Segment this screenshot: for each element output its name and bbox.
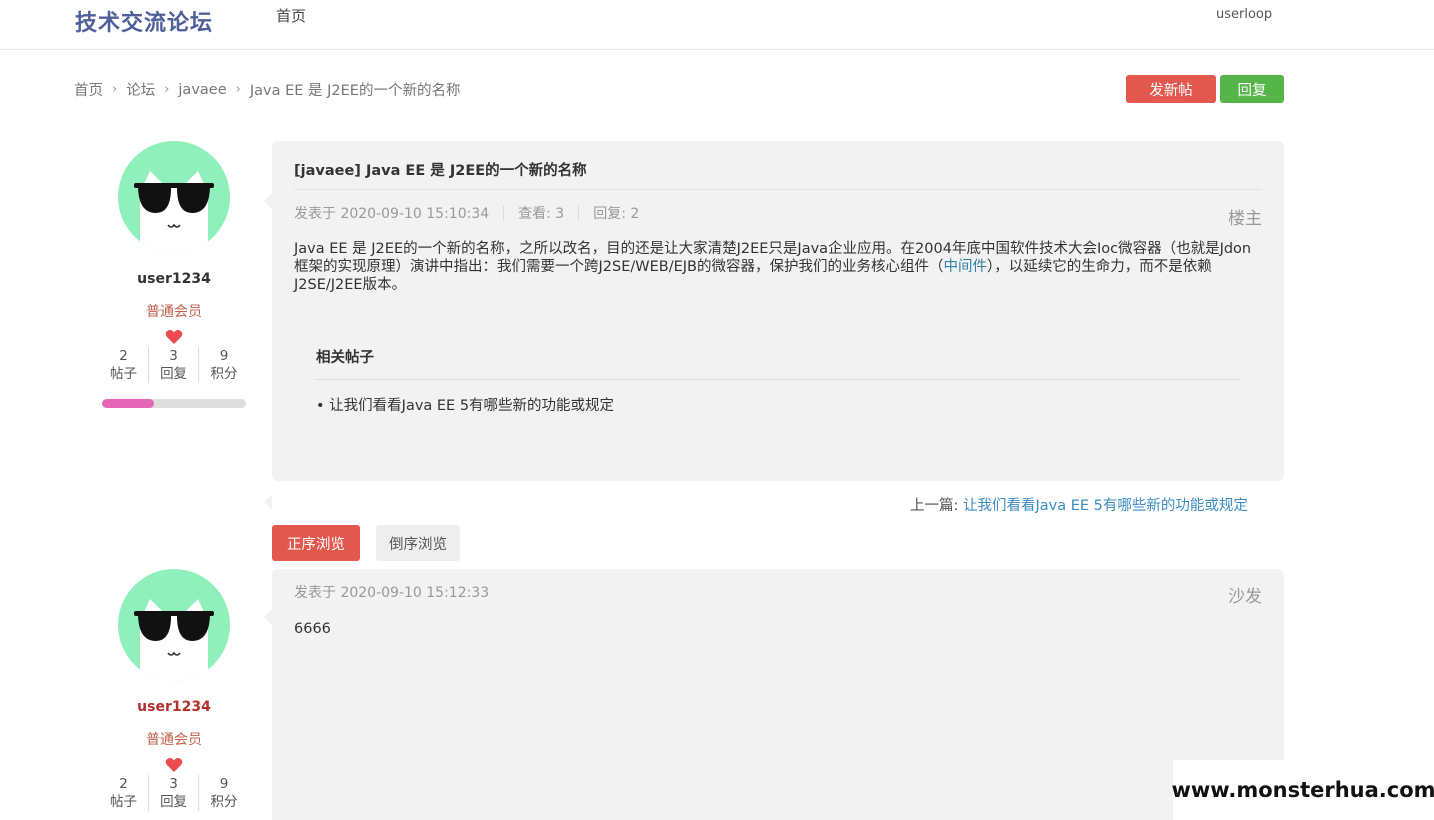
stat-posts[interactable]: 2 帖子 bbox=[99, 347, 150, 383]
user-menu-link[interactable]: userloop bbox=[1216, 7, 1272, 22]
level-progress-bar bbox=[102, 399, 246, 408]
watermark: www.monsterhua.com bbox=[1171, 760, 1434, 820]
stat-replies[interactable]: 3 回复 bbox=[149, 775, 200, 811]
heart-icon bbox=[165, 330, 183, 344]
breadcrumb-separator: › bbox=[164, 82, 170, 97]
author-name[interactable]: user1234 bbox=[99, 271, 249, 287]
post-reply: 发表于 2020-09-10 15:12:33 沙发 6666 bbox=[264, 569, 1284, 820]
post-pointer bbox=[264, 494, 272, 510]
breadcrumb: 首页 › 论坛 › javaee › Java EE 是 J2EE的一个新的名称 bbox=[74, 79, 460, 100]
post-meta: 发表于 2020-09-10 15:12:33 bbox=[294, 582, 489, 602]
breadcrumb-current: Java EE 是 J2EE的一个新的名称 bbox=[249, 83, 461, 99]
related-posts-title: 相关帖子 bbox=[316, 350, 374, 366]
prev-thread-label: 上一篇: bbox=[910, 498, 959, 514]
cat-sunglasses-icon bbox=[134, 599, 214, 681]
nav-home-link[interactable]: 首页 bbox=[276, 5, 306, 26]
floor-label[interactable]: 沙发 bbox=[1228, 582, 1262, 607]
post-views: 查看: 3 bbox=[518, 206, 565, 222]
keyword-link[interactable]: 中间件 bbox=[943, 259, 987, 275]
related-post-link[interactable]: • 让我们看看Java EE 5有哪些新的功能或规定 bbox=[316, 394, 1240, 415]
stat-points[interactable]: 9 积分 bbox=[199, 775, 249, 811]
site-logo[interactable]: 技术交流论坛 bbox=[75, 5, 213, 37]
stat-posts[interactable]: 2 帖子 bbox=[99, 775, 150, 811]
post-main: [javaee] Java EE 是 J2EE的一个新的名称 发表于 2020-… bbox=[264, 141, 1284, 481]
post-title: [javaee] Java EE 是 J2EE的一个新的名称 bbox=[294, 163, 587, 179]
divider bbox=[294, 189, 1262, 190]
level-progress-fill bbox=[102, 399, 154, 408]
divider bbox=[316, 379, 1240, 380]
avatar[interactable] bbox=[118, 141, 230, 253]
prev-thread: 上一篇: 让我们看看Java EE 5有哪些新的功能或规定 bbox=[910, 494, 1248, 515]
post-pointer bbox=[264, 193, 272, 209]
post-pointer bbox=[264, 609, 272, 625]
floor-label[interactable]: 楼主 bbox=[1228, 204, 1262, 229]
post-meta: 发表于 2020-09-10 15:10:34 查看: 3 回复: 2 bbox=[294, 203, 639, 223]
author-role: 普通会员 bbox=[146, 732, 202, 748]
author-role: 普通会员 bbox=[146, 304, 202, 320]
post-date: 发表于 2020-09-10 15:10:34 bbox=[294, 206, 490, 222]
stat-replies[interactable]: 3 回复 bbox=[149, 347, 200, 383]
breadcrumb-separator: › bbox=[235, 82, 241, 97]
breadcrumb-home[interactable]: 首页 bbox=[74, 79, 103, 100]
author-panel: user1234 普通会员 2 帖子 3 回复 9 积分 bbox=[99, 141, 249, 408]
author-name[interactable]: user1234 bbox=[99, 699, 249, 715]
stat-points[interactable]: 9 积分 bbox=[199, 347, 249, 383]
avatar[interactable] bbox=[118, 569, 230, 681]
divider bbox=[503, 206, 505, 220]
author-stats: 2 帖子 3 回复 9 积分 bbox=[99, 775, 249, 811]
sort-descending-button[interactable]: 倒序浏览 bbox=[376, 525, 460, 561]
heart-icon bbox=[165, 758, 183, 772]
cat-sunglasses-icon bbox=[134, 171, 214, 253]
post-date: 发表于 2020-09-10 15:12:33 bbox=[294, 585, 490, 601]
related-posts: 相关帖子 • 让我们看看Java EE 5有哪些新的功能或规定 bbox=[316, 346, 1240, 415]
author-panel: user1234 普通会员 2 帖子 3 回复 9 积分 bbox=[99, 569, 249, 811]
post-body: Java EE 是 J2EE的一个新的名称，之所以改名，目的还是让大家清楚J2E… bbox=[294, 241, 1252, 293]
breadcrumb-separator: › bbox=[112, 82, 118, 97]
top-navbar: 技术交流论坛 首页 userloop bbox=[0, 0, 1434, 50]
author-stats: 2 帖子 3 回复 9 积分 bbox=[99, 347, 249, 383]
breadcrumb-forum[interactable]: 论坛 bbox=[126, 79, 155, 100]
prev-thread-link[interactable]: 让我们看看Java EE 5有哪些新的功能或规定 bbox=[963, 498, 1248, 514]
post-body: 6666 bbox=[294, 621, 331, 637]
breadcrumb-board[interactable]: javaee bbox=[178, 82, 226, 98]
sort-ascending-button[interactable]: 正序浏览 bbox=[272, 525, 360, 561]
new-post-button[interactable]: 发新帖 bbox=[1126, 75, 1216, 103]
divider bbox=[578, 206, 580, 220]
post-replies: 回复: 2 bbox=[593, 206, 640, 222]
reply-button[interactable]: 回复 bbox=[1220, 75, 1284, 103]
